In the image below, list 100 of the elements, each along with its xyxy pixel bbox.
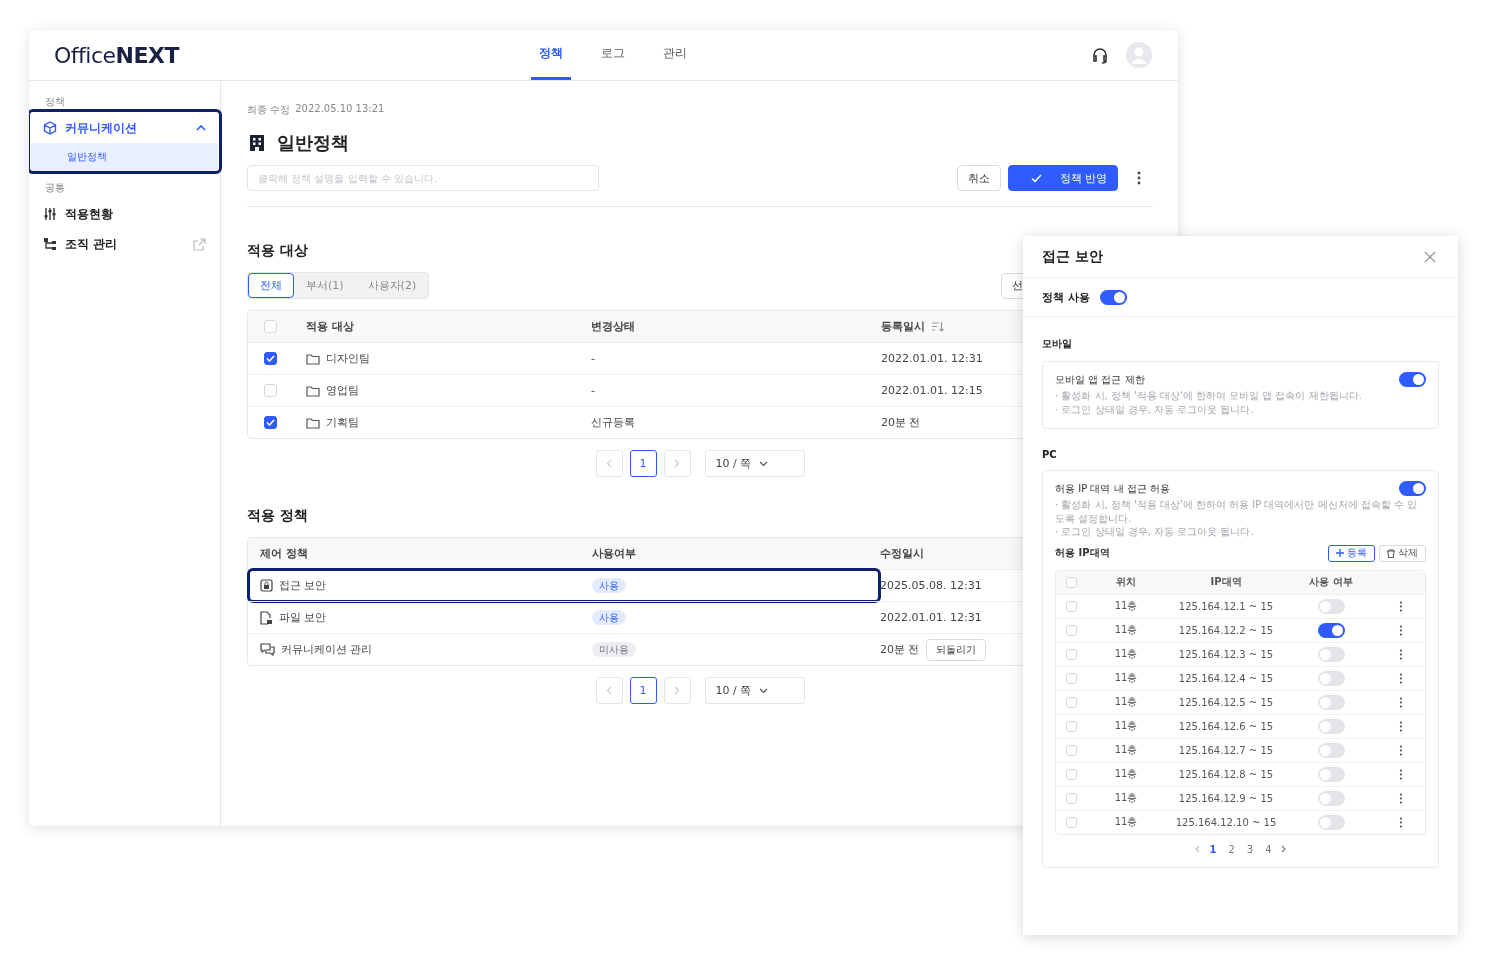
- toggle-switch[interactable]: [1399, 372, 1426, 387]
- group-label: 정책: [44, 95, 66, 109]
- page-link[interactable]: 3: [1243, 843, 1257, 855]
- toggle-switch[interactable]: [1317, 622, 1345, 638]
- more-icon[interactable]: [1398, 768, 1403, 780]
- more-icon[interactable]: [1398, 792, 1403, 804]
- table-cell: 125.164.12.10 ~ 15: [1175, 816, 1277, 828]
- table-cell: 영업팀: [326, 383, 359, 398]
- page-link[interactable]: 2: [1225, 843, 1238, 855]
- previous-icon[interactable]: [1194, 845, 1201, 853]
- page-button[interactable]: 1: [629, 450, 657, 477]
- checkbox[interactable]: [263, 416, 277, 429]
- ip-title: 허용 IP대역: [1055, 546, 1110, 560]
- table-cell: 125.164.12.3 ~ 15: [1178, 648, 1274, 660]
- sidebar-item[interactable]: 적용현황: [31, 199, 218, 229]
- lock-icon: [260, 579, 273, 592]
- previous-button[interactable]: [595, 450, 623, 477]
- previous-button[interactable]: [595, 677, 623, 704]
- status-badge: 미사용: [592, 641, 636, 657]
- toggle-switch[interactable]: [1317, 670, 1345, 686]
- external-link-icon[interactable]: [193, 237, 206, 251]
- more-icon[interactable]: [1398, 720, 1403, 732]
- table-cell: 11층: [1114, 599, 1138, 613]
- cube-icon: [43, 121, 57, 135]
- building-icon: [247, 133, 267, 153]
- nav-tab[interactable]: 로그: [593, 30, 633, 80]
- next-button[interactable]: [663, 677, 691, 704]
- more-icon[interactable]: [1398, 624, 1403, 636]
- filter-tab[interactable]: 사용자(2): [355, 273, 429, 298]
- more-icon[interactable]: [1398, 816, 1403, 828]
- folder-icon: [306, 416, 320, 429]
- table-cell: -: [591, 384, 595, 397]
- next-button[interactable]: [663, 450, 691, 477]
- column-header: 적용 대상: [305, 319, 354, 334]
- toggle-switch[interactable]: [1317, 814, 1345, 830]
- modified-date: 2022.05.10 13:21: [295, 103, 385, 116]
- page-size-select[interactable]: 10 / 쪽: [704, 450, 805, 477]
- section-title: 적용 대상: [247, 242, 308, 260]
- toggle-switch[interactable]: [1317, 742, 1345, 758]
- chevron-right-icon: [674, 686, 680, 695]
- item-label: 조직 관리: [65, 235, 118, 253]
- filter-tab[interactable]: 전체: [248, 273, 294, 298]
- more-icon[interactable]: [1398, 744, 1403, 756]
- table-cell: 11층: [1114, 671, 1138, 685]
- more-icon[interactable]: [1398, 648, 1403, 660]
- column-header[interactable]: 등록일시: [881, 319, 944, 334]
- table-cell: 125.164.12.8 ~ 15: [1178, 768, 1274, 780]
- more-icon[interactable]: [1398, 696, 1403, 708]
- sliders-icon: [43, 207, 57, 221]
- folder-icon: [306, 352, 320, 365]
- toggle-switch[interactable]: [1317, 646, 1345, 662]
- sidebar-item[interactable]: 조직 관리: [31, 229, 218, 259]
- table-cell: 11층: [1114, 647, 1138, 661]
- sidebar-subitem[interactable]: 일반정책: [31, 143, 218, 171]
- table-cell: 11층: [1114, 743, 1138, 757]
- table-cell: 접근 보안: [279, 578, 327, 593]
- toggle-switch[interactable]: [1099, 289, 1127, 305]
- chevron-icon[interactable]: [196, 124, 206, 132]
- setting-note: · 로그인 상태일 경우, 자동 로그아웃 됩니다.: [1055, 402, 1255, 416]
- chevron-down-icon: [759, 460, 769, 467]
- more-icon[interactable]: [1137, 171, 1141, 185]
- table-cell: 20분 전: [880, 642, 920, 657]
- checkbox[interactable]: [263, 352, 277, 365]
- delete-button[interactable]: 삭제: [1379, 544, 1426, 562]
- toggle-switch[interactable]: [1317, 790, 1345, 806]
- page-link[interactable]: 1: [1206, 843, 1220, 855]
- more-icon[interactable]: [1398, 672, 1403, 684]
- table-cell: -: [591, 352, 595, 365]
- toggle-switch[interactable]: [1317, 598, 1345, 614]
- headset-icon[interactable]: [1090, 45, 1110, 65]
- apply-button[interactable]: 정책 반영: [1007, 165, 1118, 191]
- logo: OfficeNEXT: [54, 42, 179, 68]
- table-cell: 신규등록: [591, 415, 635, 430]
- toggle-label: 정책 사용: [1042, 289, 1090, 305]
- setting-title: 모바일 앱 접근 제한: [1055, 372, 1145, 387]
- table-cell: 11층: [1114, 719, 1138, 733]
- page-size-select[interactable]: 10 / 쪽: [704, 677, 805, 704]
- table-cell: 11층: [1114, 623, 1138, 637]
- close-icon[interactable]: [1424, 250, 1436, 263]
- more-icon[interactable]: [1398, 600, 1403, 612]
- sidebar-item[interactable]: 커뮤니케이션: [31, 113, 218, 143]
- toggle-switch[interactable]: [1317, 694, 1345, 710]
- filter-tab[interactable]: 부서(1): [294, 273, 356, 298]
- toggle-switch[interactable]: [1399, 481, 1426, 496]
- chevron-right-icon: [674, 459, 680, 468]
- status-badge: 사용: [592, 609, 626, 625]
- revert-button[interactable]: 되돌리기: [925, 638, 986, 661]
- page-link[interactable]: 4: [1262, 843, 1275, 855]
- toggle-switch[interactable]: [1317, 766, 1345, 782]
- table-cell: 2022.01.01. 12:31: [880, 611, 982, 624]
- page-button[interactable]: 1: [629, 677, 657, 704]
- avatar[interactable]: [1126, 42, 1152, 68]
- table-cell: 11층: [1114, 791, 1138, 805]
- add-button[interactable]: 등록: [1328, 544, 1375, 562]
- toggle-switch[interactable]: [1317, 718, 1345, 734]
- next-icon[interactable]: [1280, 845, 1287, 853]
- nav-tab[interactable]: 관리: [655, 30, 695, 80]
- cancel-button[interactable]: 취소: [956, 165, 1001, 191]
- nav-tab[interactable]: 정책: [531, 30, 571, 80]
- group-label: 공통: [44, 181, 66, 195]
